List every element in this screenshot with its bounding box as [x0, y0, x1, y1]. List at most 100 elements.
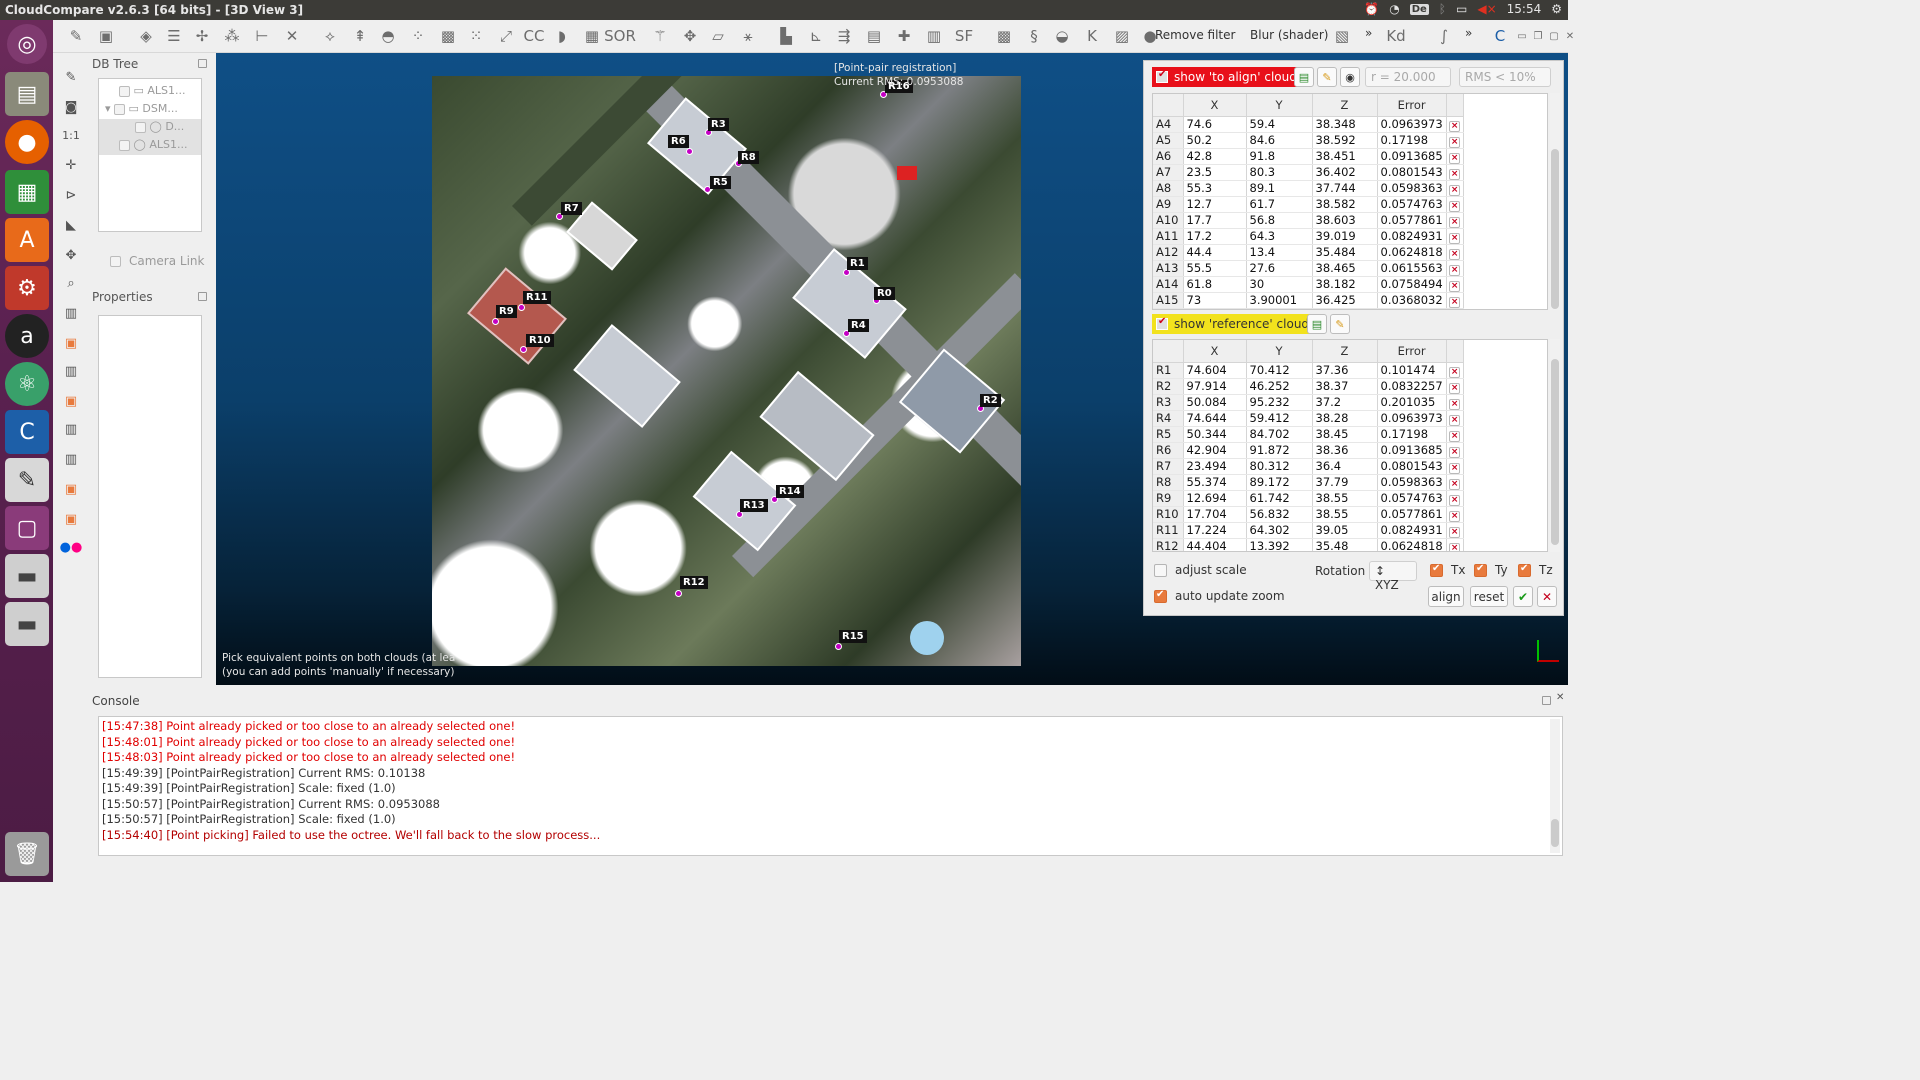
point-marker[interactable] — [835, 643, 842, 650]
delete-point-icon[interactable]: × — [1449, 280, 1461, 292]
adjust-scale-option[interactable]: adjust scale — [1154, 563, 1247, 577]
row-label[interactable]: A14 — [1153, 276, 1184, 293]
delete-point-icon[interactable]: × — [1449, 494, 1461, 506]
edit-pencil-icon[interactable]: ✎ — [1317, 67, 1337, 87]
atom-icon[interactable]: ⚛ — [5, 362, 49, 406]
align-cloud-color-icon[interactable]: ▤ — [1294, 67, 1314, 87]
table-row[interactable]: A14 61.8 30 38.182 0.0758494 × — [1153, 276, 1464, 293]
rotation-select[interactable]: ↕ XYZ — [1369, 561, 1417, 592]
delete-point-icon[interactable]: × — [1449, 216, 1461, 228]
delete-point-icon[interactable]: × — [1449, 526, 1461, 538]
col-error-header[interactable]: Error — [1377, 94, 1447, 117]
table-row[interactable]: R12 44.404 13.392 35.48 0.0624818 × — [1153, 538, 1464, 551]
row-label[interactable]: A12 — [1153, 244, 1184, 261]
delete-point-icon[interactable]: × — [1449, 248, 1461, 260]
row-label[interactable]: R11 — [1153, 522, 1184, 539]
table-row[interactable]: A7 23.5 80.3 36.402 0.0801543 × — [1153, 164, 1464, 181]
point-marker[interactable] — [686, 148, 693, 155]
row-label[interactable]: R8 — [1153, 474, 1184, 491]
table-row[interactable]: R4 74.644 59.412 38.28 0.0963973 × — [1153, 410, 1464, 427]
table-row[interactable]: A11 17.2 64.3 39.019 0.0824931 × — [1153, 228, 1464, 245]
firefox-icon[interactable]: ● — [5, 120, 49, 164]
table-row[interactable]: R9 12.694 61.742 38.55 0.0574763 × — [1153, 490, 1464, 507]
reference-points-table[interactable]: X Y Z Error R1 74.604 70.412 37.36 0.101474 ×… — [1152, 339, 1548, 552]
col-z-header[interactable]: Z — [1312, 340, 1378, 363]
delete-icon[interactable]: ✕ — [281, 25, 303, 47]
wifi-icon[interactable]: ◔ — [1389, 2, 1399, 16]
reference-cloud-color-icon[interactable]: ▤ — [1307, 314, 1327, 334]
plot-icon[interactable]: ⊾ — [805, 25, 827, 47]
console-close-icon[interactable]: ✕ — [1556, 692, 1564, 703]
delete-point-icon[interactable]: × — [1449, 296, 1461, 308]
point-marker[interactable] — [492, 318, 499, 325]
row-label[interactable]: A4 — [1153, 116, 1184, 133]
tx-option[interactable]: Tx — [1430, 563, 1465, 577]
pick-icon[interactable]: ⚹ — [737, 25, 759, 47]
back-cube-icon[interactable]: ▣ — [61, 509, 81, 529]
drive-icon[interactable]: ▬ — [5, 554, 49, 598]
delete-point-icon[interactable]: × — [1449, 264, 1461, 276]
table-row[interactable]: A1681.2102.136.2510.0660522× — [1153, 308, 1464, 309]
sor-filter-icon[interactable]: SOR — [604, 25, 636, 47]
plane-fit-icon[interactable]: ▱ — [707, 25, 729, 47]
table-row[interactable]: R5 50.344 84.702 38.45 0.17198 × — [1153, 426, 1464, 443]
noise-filter-icon[interactable]: ⁘ — [407, 25, 429, 47]
adjust-scale-checkbox[interactable] — [1154, 563, 1167, 577]
center-icon[interactable]: ✛ — [61, 155, 81, 175]
compass-icon[interactable]: ▧ — [1331, 25, 1353, 47]
plane-icon[interactable]: ▩ — [437, 25, 459, 47]
tree-item-selected[interactable]: ◯ D... — [99, 119, 201, 137]
pencil-icon[interactable]: ✎ — [61, 67, 81, 87]
delete-point-icon[interactable]: × — [1449, 430, 1461, 442]
view-left-icon[interactable]: ▥ — [61, 361, 81, 381]
sphere-toggle-icon[interactable]: ◉ — [1340, 67, 1360, 87]
rms-filter-spinbox[interactable]: RMS < 10% — [1459, 67, 1551, 87]
tx-checkbox[interactable] — [1430, 563, 1443, 577]
window-icon[interactable]: ▢ — [5, 506, 49, 550]
table-row[interactable]: A4 74.6 59.4 38.348 0.0963973 × — [1153, 116, 1464, 133]
view-front-icon[interactable]: ▣ — [61, 333, 81, 353]
row-label[interactable]: A9 — [1153, 196, 1184, 213]
sf-gradient-icon[interactable]: ▤ — [863, 25, 885, 47]
table-row[interactable]: A15 73 3.90001 36.425 0.0368032 × — [1153, 292, 1464, 309]
col-x-header[interactable]: X — [1183, 94, 1247, 117]
row-label[interactable]: A7 — [1153, 164, 1184, 181]
row-label[interactable]: A10 — [1153, 212, 1184, 229]
volume-muted-icon[interactable]: ◀× — [1477, 2, 1496, 16]
spreadsheet-icon[interactable]: ▦ — [5, 170, 49, 214]
close-window-icon[interactable]: ✕ — [1559, 25, 1581, 47]
battery-icon[interactable]: ▭ — [1456, 2, 1467, 16]
col-z-header[interactable]: Z — [1312, 94, 1378, 117]
delete-point-icon[interactable]: × — [1449, 184, 1461, 196]
kd-tree-icon[interactable]: Kd — [1385, 25, 1407, 47]
cloud-dist-icon[interactable]: ⁙ — [465, 25, 487, 47]
auto-update-zoom-checkbox[interactable] — [1154, 589, 1167, 603]
add-icon[interactable]: ✚ — [893, 25, 915, 47]
row-label[interactable]: R4 — [1153, 410, 1184, 427]
row-label[interactable]: A5 — [1153, 132, 1184, 149]
sf-icon-a[interactable]: ▥ — [923, 25, 945, 47]
system-settings-icon[interactable]: ⚙ — [5, 266, 49, 310]
bluetooth-icon[interactable]: ᛒ — [1439, 2, 1446, 16]
delete-point-icon[interactable]: × — [1449, 382, 1461, 394]
properties-float-button[interactable] — [198, 292, 207, 301]
console-float-button[interactable] — [1542, 696, 1551, 705]
sf-arithmetic-icon[interactable]: ⇶ — [833, 25, 855, 47]
table-row[interactable]: A13 55.5 27.6 38.465 0.0615563 × — [1153, 260, 1464, 277]
view-back-icon[interactable]: ▥ — [61, 419, 81, 439]
properties-panel[interactable] — [98, 315, 202, 678]
text-editor-icon[interactable]: ✎ — [5, 458, 49, 502]
col-y-header[interactable]: Y — [1246, 340, 1313, 363]
delete-point-icon[interactable]: × — [1449, 398, 1461, 410]
point-marker[interactable] — [736, 511, 743, 518]
view-top-icon[interactable]: ▥ — [61, 303, 81, 323]
table-row[interactable]: A9 12.7 61.7 38.582 0.0574763 × — [1153, 196, 1464, 213]
camera-icon[interactable]: ◙ — [61, 97, 81, 117]
delete-point-icon[interactable]: × — [1449, 366, 1461, 378]
flickr-icon[interactable]: ● ● — [60, 537, 83, 557]
auto-update-zoom-option[interactable]: auto update zoom — [1154, 589, 1285, 603]
shader-icon[interactable]: ◗ — [551, 25, 573, 47]
zoom-1to1-icon[interactable]: 1:1 — [61, 125, 81, 145]
table-row[interactable]: R10 17.704 56.832 38.55 0.0577861 × — [1153, 506, 1464, 523]
open-icon[interactable]: ✎ — [65, 25, 87, 47]
